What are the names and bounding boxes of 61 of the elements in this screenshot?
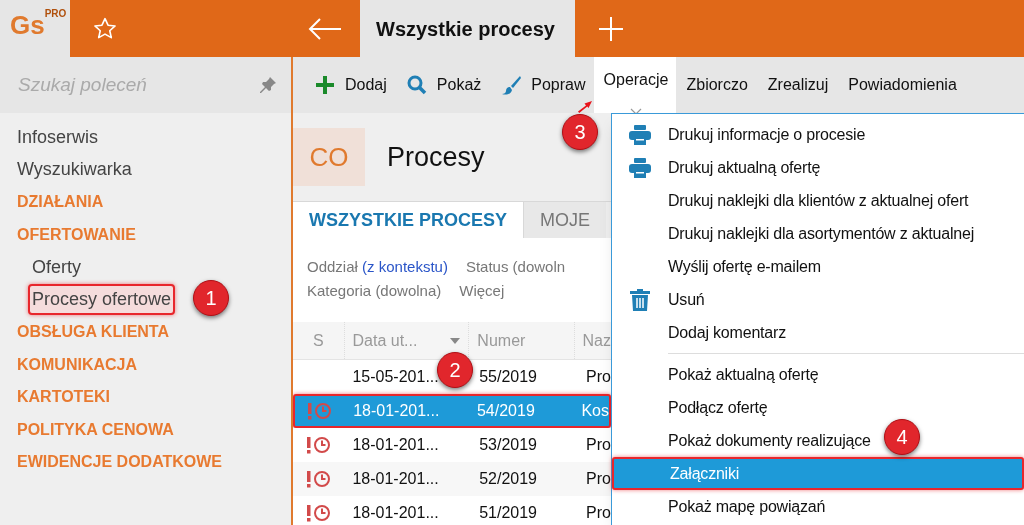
- table-cell: Pro: [586, 470, 611, 487]
- table-cell: 53/2019: [479, 436, 537, 453]
- page-title: Procesy: [387, 140, 485, 174]
- plus-icon: [315, 75, 335, 95]
- menu-item[interactable]: Podłącz ofertę: [668, 395, 768, 420]
- logo-edition-label: PRO: [44, 9, 67, 19]
- trash-icon: [630, 288, 650, 311]
- table-cell: 54/2019: [476, 402, 535, 419]
- tab[interactable]: Wszystkie procesy: [360, 0, 575, 57]
- logo: Gs: [10, 12, 45, 38]
- menu-item[interactable]: Drukuj naklejki dla klientów z aktualnej ofert: [668, 188, 969, 213]
- sidebar-item[interactable]: Infoserwis: [17, 123, 99, 151]
- menu-item[interactable]: Pokaż dokumenty realizujące: [668, 428, 871, 453]
- search-icon: [406, 75, 427, 95]
- table-cell: Kos: [581, 402, 609, 419]
- back-arrow-icon[interactable]: [308, 17, 342, 40]
- table-cell: Pro: [586, 436, 611, 453]
- table-cell: Pro: [586, 504, 611, 521]
- search-input[interactable]: Szukaj poleceń: [18, 70, 238, 100]
- menu-item[interactable]: Usuń: [668, 287, 705, 312]
- table-cell: 18-01-201...: [352, 504, 439, 521]
- add-tab-icon[interactable]: [599, 16, 623, 41]
- brush-icon: [501, 75, 522, 95]
- sort-caret-icon: [450, 337, 461, 344]
- table-cell: 18-01-201...: [352, 436, 439, 453]
- sidebar-item[interactable]: Oferty: [32, 253, 81, 281]
- module-code: CO: [293, 128, 365, 186]
- step-badge: 1: [193, 279, 229, 316]
- menu-item[interactable]: Drukuj aktualną ofertę: [668, 155, 821, 180]
- menu-item[interactable]: Dodaj komentarz: [668, 320, 786, 345]
- table-cell: 18-01-201...: [352, 470, 439, 487]
- menu-item[interactable]: Drukuj naklejki dla asortymentów z aktualnej: [668, 221, 974, 246]
- sidebar-item[interactable]: Wyszukiwarka: [17, 156, 132, 184]
- menu-item[interactable]: Pokaż aktualną ofertę: [668, 362, 819, 387]
- search-field[interactable]: Szukaj poleceń: [0, 57, 291, 113]
- overdue-clock-icon: [305, 436, 332, 454]
- view-tab[interactable]: WSZYSTKIE PROCESY: [293, 202, 525, 238]
- table-cell: 18-01-201...: [353, 402, 440, 419]
- table-cell: 52/2019: [479, 470, 537, 487]
- sidebar-item[interactable]: Procesy ofertowe: [28, 284, 176, 316]
- filter-option[interactable]: Oddział (z kontekstu): [307, 256, 448, 279]
- printer-icon: [629, 124, 651, 145]
- menu-item[interactable]: Pokaż mapę powiązań: [668, 494, 826, 519]
- view-tab[interactable]: MOJE: [524, 202, 607, 238]
- table-cell: 55/2019: [479, 368, 537, 385]
- menu-item[interactable]: Drukuj informacje o procesie: [668, 122, 866, 147]
- filter-option[interactable]: Kategoria (dowolna): [307, 279, 442, 302]
- overdue-clock-icon: [307, 402, 334, 420]
- arrow-annotation: [578, 101, 592, 113]
- filter-option[interactable]: Status (dowoln: [465, 256, 566, 279]
- menu-item[interactable]: Wyślij ofertę e-mailem: [668, 254, 821, 279]
- table-row[interactable]: 18-01-201... 52/2019 Pro: [293, 462, 611, 496]
- printer-icon: [629, 157, 651, 178]
- toolbar-button[interactable]: Operacje: [593, 57, 679, 113]
- overdue-clock-icon: [305, 470, 332, 488]
- table-cell: 15-05-201...: [352, 368, 439, 385]
- table-cell: Pro: [586, 368, 611, 385]
- filter-option[interactable]: Więcej: [459, 279, 505, 302]
- pin-icon[interactable]: [259, 76, 277, 94]
- overdue-clock-icon: [305, 504, 332, 522]
- table-cell: 51/2019: [479, 504, 537, 521]
